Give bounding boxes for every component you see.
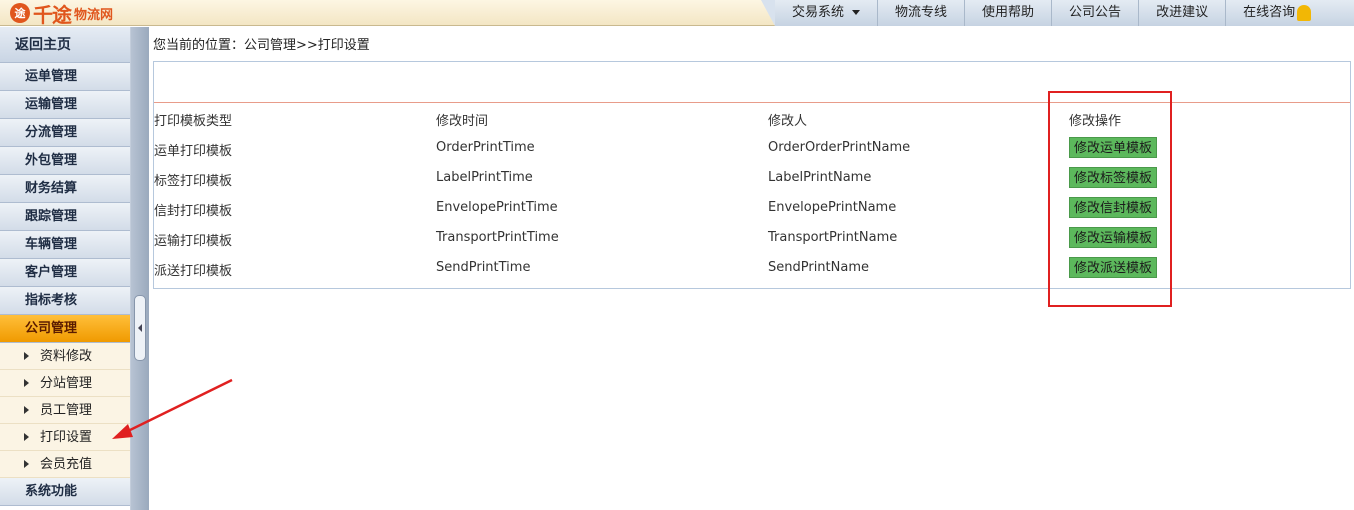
column-header-modified-by: 修改人 [768,114,808,129]
sidebar-subitem-profile[interactable]: 资料修改 [0,343,130,370]
caret-right-icon [24,352,29,360]
subitem-label: 分站管理 [40,376,93,391]
table-cell-person: TransportPrintName [768,230,898,245]
nav-logistics-line[interactable]: 物流专线 [878,0,966,26]
table-cell-person: LabelPrintName [768,170,872,185]
logo-subtitle: 物流网 [74,7,114,23]
sidebar-item-customers[interactable]: 客户管理 [0,259,130,287]
sidebar-subitem-staff[interactable]: 员工管理 [0,397,130,424]
sidebar-subitem-recharge[interactable]: 会员充值 [0,451,130,478]
sidebar-item-finance[interactable]: 财务结算 [0,175,130,203]
table-cell-type: 运输打印模板 [154,234,233,249]
sidebar-item-outsourcing[interactable]: 外包管理 [0,147,130,175]
sidebar-subitem-print-settings[interactable]: 打印设置 [0,424,130,451]
nav-online-consult[interactable]: 在线咨询 [1226,0,1328,26]
table-cell-time: EnvelopePrintTime [436,200,558,215]
chevron-down-icon [852,10,861,15]
top-header: 途 千途 物流网 交易系统 物流专线 使用帮助 公司公告 改进建议 在线咨询 [0,0,1354,27]
table-cell-person: OrderOrderPrintName [768,140,911,155]
sidebar-item-company[interactable]: 公司管理 [0,315,130,343]
sidebar-item-distribution[interactable]: 分流管理 [0,119,130,147]
sidebar-item-tracking[interactable]: 跟踪管理 [0,203,130,231]
sidebar: 返回主页 运单管理 运输管理 分流管理 外包管理 财务结算 跟踪管理 车辆管理 … [0,27,131,510]
table-cell-time: LabelPrintTime [436,170,533,185]
sidebar-item-kpi[interactable]: 指标考核 [0,287,130,315]
nav-suggestions[interactable]: 改进建议 [1139,0,1227,26]
table-cell-person: EnvelopePrintName [768,200,897,215]
nav-help[interactable]: 使用帮助 [965,0,1053,26]
column-header-modified-time: 修改时间 [436,114,489,129]
table-cell-person: SendPrintName [768,260,869,275]
main-content: 您当前的位置：公司管理>>打印设置 打印模板类型 修改时间 修改人 修改操作 运… [149,27,1354,510]
caret-right-icon [24,433,29,441]
table-cell-type: 标签打印模板 [154,174,233,189]
subitem-label: 员工管理 [40,403,93,418]
support-avatar-icon [1297,4,1312,21]
logo-title: 千途 [33,2,72,27]
collapse-sidebar-button[interactable] [134,295,146,361]
logo-mark: 途 [10,3,30,23]
sidebar-home[interactable]: 返回主页 [0,27,130,63]
subitem-label: 资料修改 [40,349,93,364]
subitem-label: 会员充值 [40,457,93,472]
subitem-label: 打印设置 [40,430,93,445]
nav-label: 交易系统 [792,5,845,20]
sidebar-subitem-branches[interactable]: 分站管理 [0,370,130,397]
caret-right-icon [24,406,29,414]
table-cell-type: 派送打印模板 [154,264,233,279]
table-cell-type: 运单打印模板 [154,144,233,159]
sidebar-item-transport[interactable]: 运输管理 [0,91,130,119]
nav-trade-system[interactable]: 交易系统 [775,0,879,26]
table-cell-time: SendPrintTime [436,260,531,275]
sidebar-splitter [131,27,149,510]
highlight-box [1048,91,1172,307]
caret-right-icon [24,379,29,387]
table-cell-type: 信封打印模板 [154,204,233,219]
column-header-template-type: 打印模板类型 [154,114,233,129]
table-cell-time: OrderPrintTime [436,140,535,155]
top-nav: 交易系统 物流专线 使用帮助 公司公告 改进建议 在线咨询 [761,0,1354,26]
nav-announcements[interactable]: 公司公告 [1052,0,1140,26]
breadcrumb: 您当前的位置：公司管理>>打印设置 [153,38,370,53]
sidebar-item-vehicles[interactable]: 车辆管理 [0,231,130,259]
logo[interactable]: 途 千途 物流网 [10,1,114,27]
nav-label: 在线咨询 [1243,5,1296,20]
sidebar-item-system[interactable]: 系统功能 [0,478,130,506]
caret-right-icon [24,460,29,468]
sidebar-item-waybill[interactable]: 运单管理 [0,63,130,91]
table-cell-time: TransportPrintTime [436,230,559,245]
